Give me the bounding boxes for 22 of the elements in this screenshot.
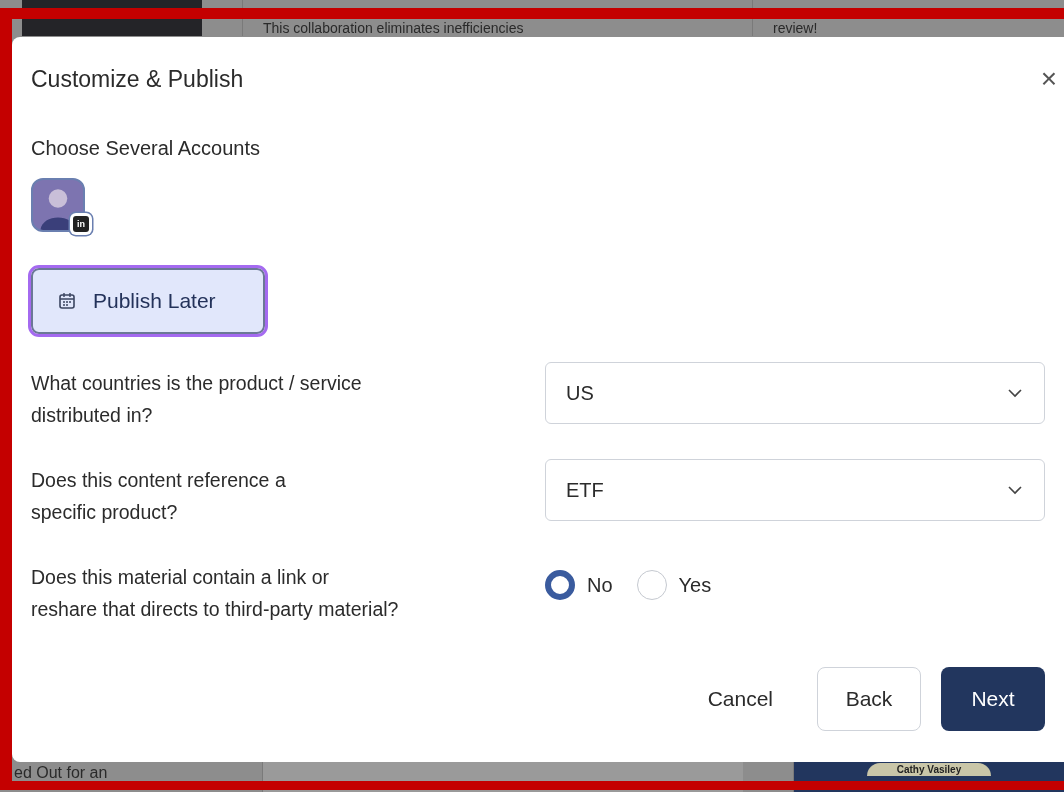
cancel-button[interactable]: Cancel [683,667,797,731]
radio-option[interactable]: No [545,570,613,600]
back-button[interactable]: Back [817,667,921,731]
section-label: Choose Several Accounts [31,137,262,160]
background-text: review! [773,20,818,36]
publish-later-button[interactable]: Publish Later [31,268,265,334]
background-text: ed Out for an [14,764,108,782]
next-button[interactable]: Next [941,667,1045,731]
background-text: This collaboration eliminates inefficiencies [263,20,524,36]
chevron-down-icon [1008,388,1022,398]
dropdown[interactable]: ETF [545,459,1045,521]
calendar-icon [57,291,77,311]
close-button[interactable]: × [1036,65,1061,93]
card-name: Cathy Vasiley [866,763,992,776]
dialog-title: Customize & Publish [31,65,244,93]
radio-button[interactable] [545,570,575,600]
radio-option[interactable]: Yes [636,570,712,600]
question-label: Does this material contain a link or reshare that directs to third-party material? [31,565,400,622]
dropdown[interactable]: US [545,362,1045,424]
question-label: What countries is the product / service distributed in? [31,371,363,428]
question-label: Does this content reference a specific product? [31,468,287,525]
chevron-down-icon [1008,485,1022,495]
